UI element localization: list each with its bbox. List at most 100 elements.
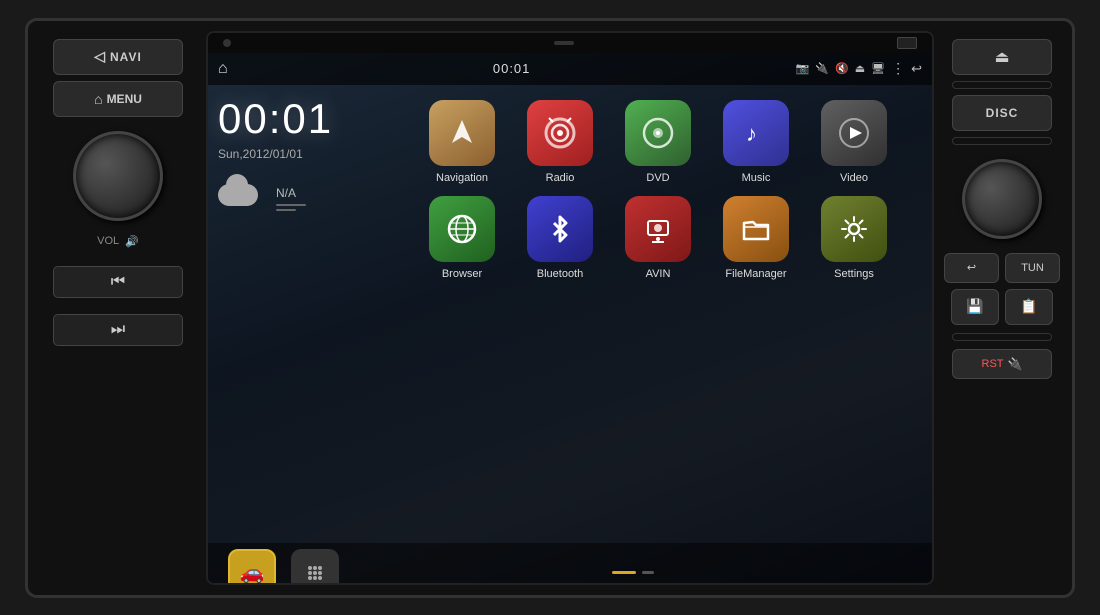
mute-icon[interactable]: 🔊 <box>125 235 139 248</box>
menu-label: MENU <box>107 92 142 106</box>
filemanager-icon-bg <box>723 196 789 262</box>
app-row-1: Navigation <box>418 100 922 184</box>
camera-icon: 📷 <box>796 62 810 75</box>
left-panel: ◁ NAVI ⌂ MENU VOL 🔊 ⏮ ⏭ <box>38 31 198 585</box>
grid-dots-icon <box>303 561 327 585</box>
dock-apps-button[interactable] <box>291 549 339 585</box>
navigation-label: Navigation <box>436 172 488 184</box>
app-music[interactable]: ♪ Music <box>712 100 800 184</box>
radio-svg <box>541 114 579 152</box>
radio-label: Radio <box>546 172 575 184</box>
music-icon-bg: ♪ <box>723 100 789 166</box>
app-grid: Navigation <box>408 85 932 543</box>
disc-label: DISC <box>986 106 1019 120</box>
back-status-icon[interactable]: ↩ <box>911 61 922 77</box>
card2-button[interactable]: 📋 <box>1005 289 1053 325</box>
avin-icon-bg <box>625 196 691 262</box>
screen-inner: ⌂ 00:01 📷 🔌 🔇 ⏏ 🖥 ⋮ ↩ 00:01 <box>208 53 932 585</box>
back-tun-row: ↩ TUN <box>944 253 1060 283</box>
bluetooth-svg <box>542 211 578 247</box>
page-dot-2 <box>642 571 654 574</box>
svg-text:♪: ♪ <box>746 121 757 146</box>
rst-label: RST <box>982 358 1004 370</box>
eject-icon: ⏏ <box>994 47 1009 67</box>
filemanager-svg <box>738 211 774 247</box>
vol-label: VOL <box>97 235 119 247</box>
app-browser[interactable]: Browser <box>418 196 506 280</box>
card-row: 💾 📋 <box>951 289 1053 325</box>
tun-button[interactable]: TUN <box>1005 253 1060 283</box>
clock-date: Sun,2012/01/01 <box>218 147 398 161</box>
menu-button[interactable]: ⌂ MENU <box>53 81 183 117</box>
bluetooth-icon-bg <box>527 196 593 262</box>
usb-icon: 🔌 <box>815 62 829 75</box>
dock-car-button[interactable]: 🚗 <box>228 549 276 585</box>
app-settings[interactable]: Settings <box>810 196 898 280</box>
status-time: 00:01 <box>493 61 531 76</box>
weather-icon <box>218 179 268 219</box>
top-bar <box>208 33 932 53</box>
app-avin[interactable]: AVIN <box>614 196 702 280</box>
eject-button[interactable]: ⏏ <box>952 39 1052 75</box>
next-icon: ⏭ <box>111 321 125 339</box>
home-icon[interactable]: ⌂ <box>218 60 228 78</box>
disc-button[interactable]: DISC <box>952 95 1052 131</box>
bluetooth-label: Bluetooth <box>537 268 583 280</box>
bottom-dock: 🚗 <box>208 543 932 585</box>
status-bar: ⌂ 00:01 📷 🔌 🔇 ⏏ 🖥 ⋮ ↩ <box>208 53 932 85</box>
weather-lines <box>276 204 306 211</box>
music-label: Music <box>742 172 771 184</box>
page-dot-1 <box>612 571 636 574</box>
app-filemanager[interactable]: FileManager <box>712 196 800 280</box>
rst-icon: 🔌 <box>1008 357 1023 371</box>
car-head-unit: ◁ NAVI ⌂ MENU VOL 🔊 ⏮ ⏭ <box>25 18 1075 598</box>
right-panel: ⏏ DISC ↩ TUN 💾 📋 RST 🔌 <box>942 31 1062 585</box>
weather-line-1 <box>276 204 306 206</box>
more-icon[interactable]: ⋮ <box>891 60 905 77</box>
weather-info: N/A <box>276 186 306 211</box>
disc-slot-2 <box>952 137 1052 145</box>
settings-icon-bg <box>821 196 887 262</box>
filemanager-label: FileManager <box>725 268 786 280</box>
back-icon: ↩ <box>967 261 976 274</box>
rst-button[interactable]: RST 🔌 <box>952 349 1052 379</box>
settings-label: Settings <box>834 268 874 280</box>
navigation-svg <box>444 115 480 151</box>
screen-icon: 🖥 <box>871 62 885 75</box>
video-svg <box>836 115 872 151</box>
app-navigation[interactable]: Navigation <box>418 100 506 184</box>
avin-svg <box>640 211 676 247</box>
settings-svg <box>836 211 872 247</box>
status-icons: 📷 🔌 🔇 ⏏ 🖥 ⋮ ↩ <box>796 60 922 77</box>
next-button[interactable]: ⏭ <box>53 314 183 346</box>
weather-line-2 <box>276 209 296 211</box>
card1-button[interactable]: 💾 <box>951 289 999 325</box>
card1-icon: 💾 <box>966 298 983 315</box>
weather-temp: N/A <box>276 186 306 200</box>
app-bluetooth[interactable]: Bluetooth <box>516 196 604 280</box>
navigation-icon-bg <box>429 100 495 166</box>
cloud-shape <box>218 184 258 206</box>
tuning-knob[interactable] <box>962 159 1042 239</box>
navi-button[interactable]: ◁ NAVI <box>53 39 183 75</box>
app-radio[interactable]: Radio <box>516 100 604 184</box>
navi-label: NAVI <box>110 50 142 64</box>
volume-knob[interactable] <box>73 131 163 221</box>
back-button[interactable]: ↩ <box>944 253 999 283</box>
radio-icon-bg <box>527 100 593 166</box>
prev-icon: ⏮ <box>111 273 125 291</box>
disc-slot <box>952 81 1052 89</box>
card2-icon: 📋 <box>1020 298 1037 315</box>
dvd-icon-bg <box>625 100 691 166</box>
clock-time: 00:01 <box>218 95 398 143</box>
prev-button[interactable]: ⏮ <box>53 266 183 298</box>
vol-row: VOL 🔊 <box>97 235 139 248</box>
app-video[interactable]: Video <box>810 100 898 184</box>
app-dvd[interactable]: DVD <box>614 100 702 184</box>
audio-icon: 🔇 <box>835 62 849 75</box>
dvd-label: DVD <box>646 172 669 184</box>
avin-label: AVIN <box>646 268 671 280</box>
weather-widget: N/A <box>218 179 398 219</box>
dvd-svg <box>639 114 677 152</box>
widget-area: 00:01 Sun,2012/01/01 N/A <box>208 85 408 543</box>
